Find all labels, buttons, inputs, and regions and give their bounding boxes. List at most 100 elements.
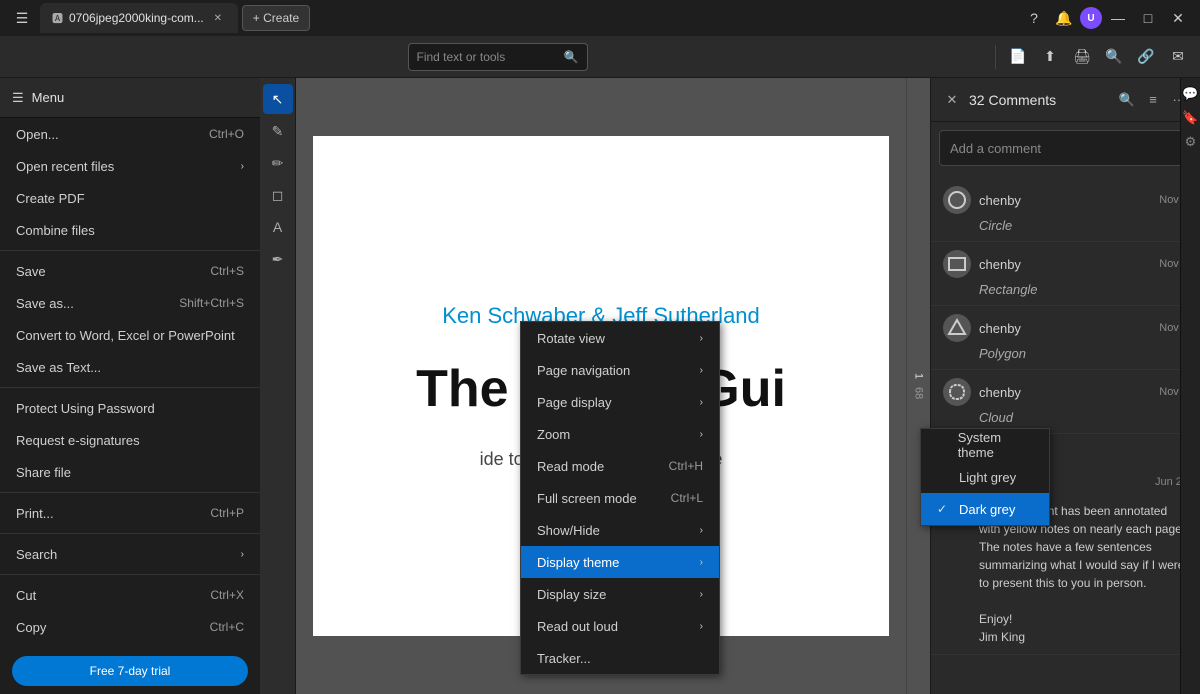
side-comments-icon[interactable]: 💬 <box>1182 86 1198 102</box>
side-icon-strip: 💬 🔖 ⚙ <box>1180 78 1200 694</box>
mail-icon[interactable]: ✉ <box>1164 43 1192 71</box>
close-window-button[interactable]: ✕ <box>1164 4 1192 32</box>
acrobat-icon[interactable]: 📄 <box>1004 43 1032 71</box>
menu-item-open[interactable]: Open... Ctrl+O <box>0 118 260 150</box>
comments-count-label: 32 Comments <box>965 92 1114 108</box>
menu-item-save-as[interactable]: Save as... Shift+Ctrl+S <box>0 287 260 319</box>
view-submenu-panel: Rotate view › Page navigation › Page dis… <box>520 321 720 675</box>
submenu-rotate-view[interactable]: Rotate view › <box>521 322 719 354</box>
menu-separator-5 <box>0 574 260 575</box>
submenu-tracker[interactable]: Tracker... <box>521 642 719 674</box>
comment-user-row-3: chenby Nov 3 <box>943 314 1188 342</box>
side-settings-icon[interactable]: ⚙ <box>1185 134 1197 150</box>
menu-icon: ☰ <box>12 90 24 106</box>
zoom-icon[interactable]: 🔍 <box>1100 43 1128 71</box>
menu-header: ☰ Menu <box>0 78 260 118</box>
menu-title: Menu <box>32 90 65 105</box>
tab-bar: ☰ 🅰 0706jpeg2000king-com... ✕ + Create ?… <box>0 0 1200 36</box>
theme-submenu-panel: System theme Light grey ✓ Dark grey <box>920 428 1050 526</box>
help-icon[interactable]: ? <box>1020 4 1048 32</box>
menu-item-convert[interactable]: Convert to Word, Excel or PowerPoint <box>0 319 260 351</box>
toolbar: Find text or tools 🔍 📄 ⬆ 🖨 🔍 🔗 ✉ <box>0 36 1200 78</box>
submenu-page-navigation[interactable]: Page navigation › <box>521 354 719 386</box>
menu-item-open-recent[interactable]: Open recent files › <box>0 150 260 182</box>
link-icon[interactable]: 🔗 <box>1132 43 1160 71</box>
submenu-read-mode[interactable]: Read mode Ctrl+H <box>521 450 719 482</box>
browser-controls: ? 🔔 U — □ ✕ <box>1020 4 1192 32</box>
menu-separator-3 <box>0 492 260 493</box>
minimize-button[interactable]: — <box>1104 4 1132 32</box>
submenu-show-hide[interactable]: Show/Hide › <box>521 514 719 546</box>
menu-item-protect[interactable]: Protect Using Password <box>0 392 260 424</box>
comment-avatar-4 <box>943 378 971 406</box>
shape-tool-button[interactable]: ◻ <box>263 180 293 210</box>
share-icon[interactable]: ⬆ <box>1036 43 1064 71</box>
free-trial-button[interactable]: Free 7-day trial <box>12 656 248 686</box>
print-icon[interactable]: 🖨 <box>1068 43 1096 71</box>
submenu-read-out-loud[interactable]: Read out loud › <box>521 610 719 642</box>
page-number-1: 1 <box>913 373 925 379</box>
browser-menu-icon[interactable]: ☰ <box>8 4 36 32</box>
submenu-display-theme[interactable]: Display theme › <box>521 546 719 578</box>
user-avatar[interactable]: U <box>1080 7 1102 29</box>
theme-dark-grey[interactable]: ✓ Dark grey <box>921 493 1049 525</box>
side-bookmark-icon[interactable]: 🔖 <box>1182 110 1198 126</box>
add-comment-input[interactable]: Add a comment <box>939 130 1192 166</box>
text-tool-button[interactable]: A <box>263 212 293 242</box>
menu-item-create-pdf[interactable]: Create PDF <box>0 182 260 214</box>
tab-bar-left: ☰ <box>8 4 36 32</box>
page-number-68: 68 <box>913 387 925 399</box>
find-text-label: Find text or tools <box>417 50 506 64</box>
menu-separator-2 <box>0 387 260 388</box>
menu-item-save-text[interactable]: Save as Text... <box>0 351 260 383</box>
menu-item-paste[interactable]: Paste Ctrl+V <box>0 643 260 648</box>
menu-items-list: Open... Ctrl+O Open recent files › Creat… <box>0 118 260 648</box>
menu-item-copy[interactable]: Copy Ctrl+C <box>0 611 260 643</box>
annotate-tool-button[interactable]: ✎ <box>263 116 293 146</box>
comment-avatar-3 <box>943 314 971 342</box>
vertical-toolbar: ↖ ✎ ✏ ◻ A ✒ <box>260 78 296 694</box>
main-menu: ☰ Menu Open... Ctrl+O Open recent files … <box>0 78 260 694</box>
maximize-button[interactable]: □ <box>1134 4 1162 32</box>
menu-item-esignatures[interactable]: Request e-signatures <box>0 424 260 456</box>
comment-item-2: chenby Nov 3 Rectangle <box>931 242 1200 306</box>
menu-separator-1 <box>0 250 260 251</box>
cursor-tool-button[interactable]: ↖ <box>263 84 293 114</box>
theme-light-grey[interactable]: Light grey <box>921 461 1049 493</box>
comment-avatar-1 <box>943 186 971 214</box>
menu-item-search[interactable]: Search › <box>0 538 260 570</box>
submenu-zoom[interactable]: Zoom › <box>521 418 719 450</box>
comments-header: ✕ 32 Comments 🔍 ≡ ··· <box>931 78 1200 122</box>
comment-item-4: chenby Nov 3 Cloud <box>931 370 1200 434</box>
menu-item-print[interactable]: Print... Ctrl+P <box>0 497 260 529</box>
search-icon: 🔍 <box>564 50 579 64</box>
submenu-page-display[interactable]: Page display › <box>521 386 719 418</box>
comments-filter-button[interactable]: ≡ <box>1140 87 1166 113</box>
tab-title: 0706jpeg2000king-com... <box>69 11 204 25</box>
main-app-area: ☰ Menu Open... Ctrl+O Open recent files … <box>0 78 1200 694</box>
theme-system[interactable]: System theme <box>921 429 1049 461</box>
menu-item-cut[interactable]: Cut Ctrl+X <box>0 579 260 611</box>
menu-item-save[interactable]: Save Ctrl+S <box>0 255 260 287</box>
signature-tool-button[interactable]: ✒ <box>263 244 293 274</box>
notifications-icon[interactable]: 🔔 <box>1050 4 1078 32</box>
browser-chrome: ☰ 🅰 0706jpeg2000king-com... ✕ + Create ?… <box>0 0 1200 78</box>
comment-item-1: chenby Nov 3 Circle <box>931 178 1200 242</box>
comments-close-button[interactable]: ✕ <box>939 87 965 113</box>
comment-user-row-2: chenby Nov 3 <box>943 250 1188 278</box>
comment-avatar-2 <box>943 250 971 278</box>
submenu-display-size[interactable]: Display size › <box>521 578 719 610</box>
active-tab[interactable]: 🅰 0706jpeg2000king-com... ✕ <box>40 3 238 33</box>
tab-close-button[interactable]: ✕ <box>210 10 226 26</box>
comments-search-button[interactable]: 🔍 <box>1114 87 1140 113</box>
comments-panel: ✕ 32 Comments 🔍 ≡ ··· Add a comment chen… <box>930 78 1200 694</box>
find-text-input[interactable]: Find text or tools 🔍 <box>408 43 588 71</box>
menu-item-share[interactable]: Share file <box>0 456 260 488</box>
menu-item-combine[interactable]: Combine files <box>0 214 260 246</box>
comment-item-3: chenby Nov 3 Polygon <box>931 306 1200 370</box>
submenu-full-screen[interactable]: Full screen mode Ctrl+L <box>521 482 719 514</box>
draw-tool-button[interactable]: ✏ <box>263 148 293 178</box>
new-tab-button[interactable]: + Create <box>242 5 310 31</box>
menu-separator-4 <box>0 533 260 534</box>
comment-user-row-1: chenby Nov 3 <box>943 186 1188 214</box>
